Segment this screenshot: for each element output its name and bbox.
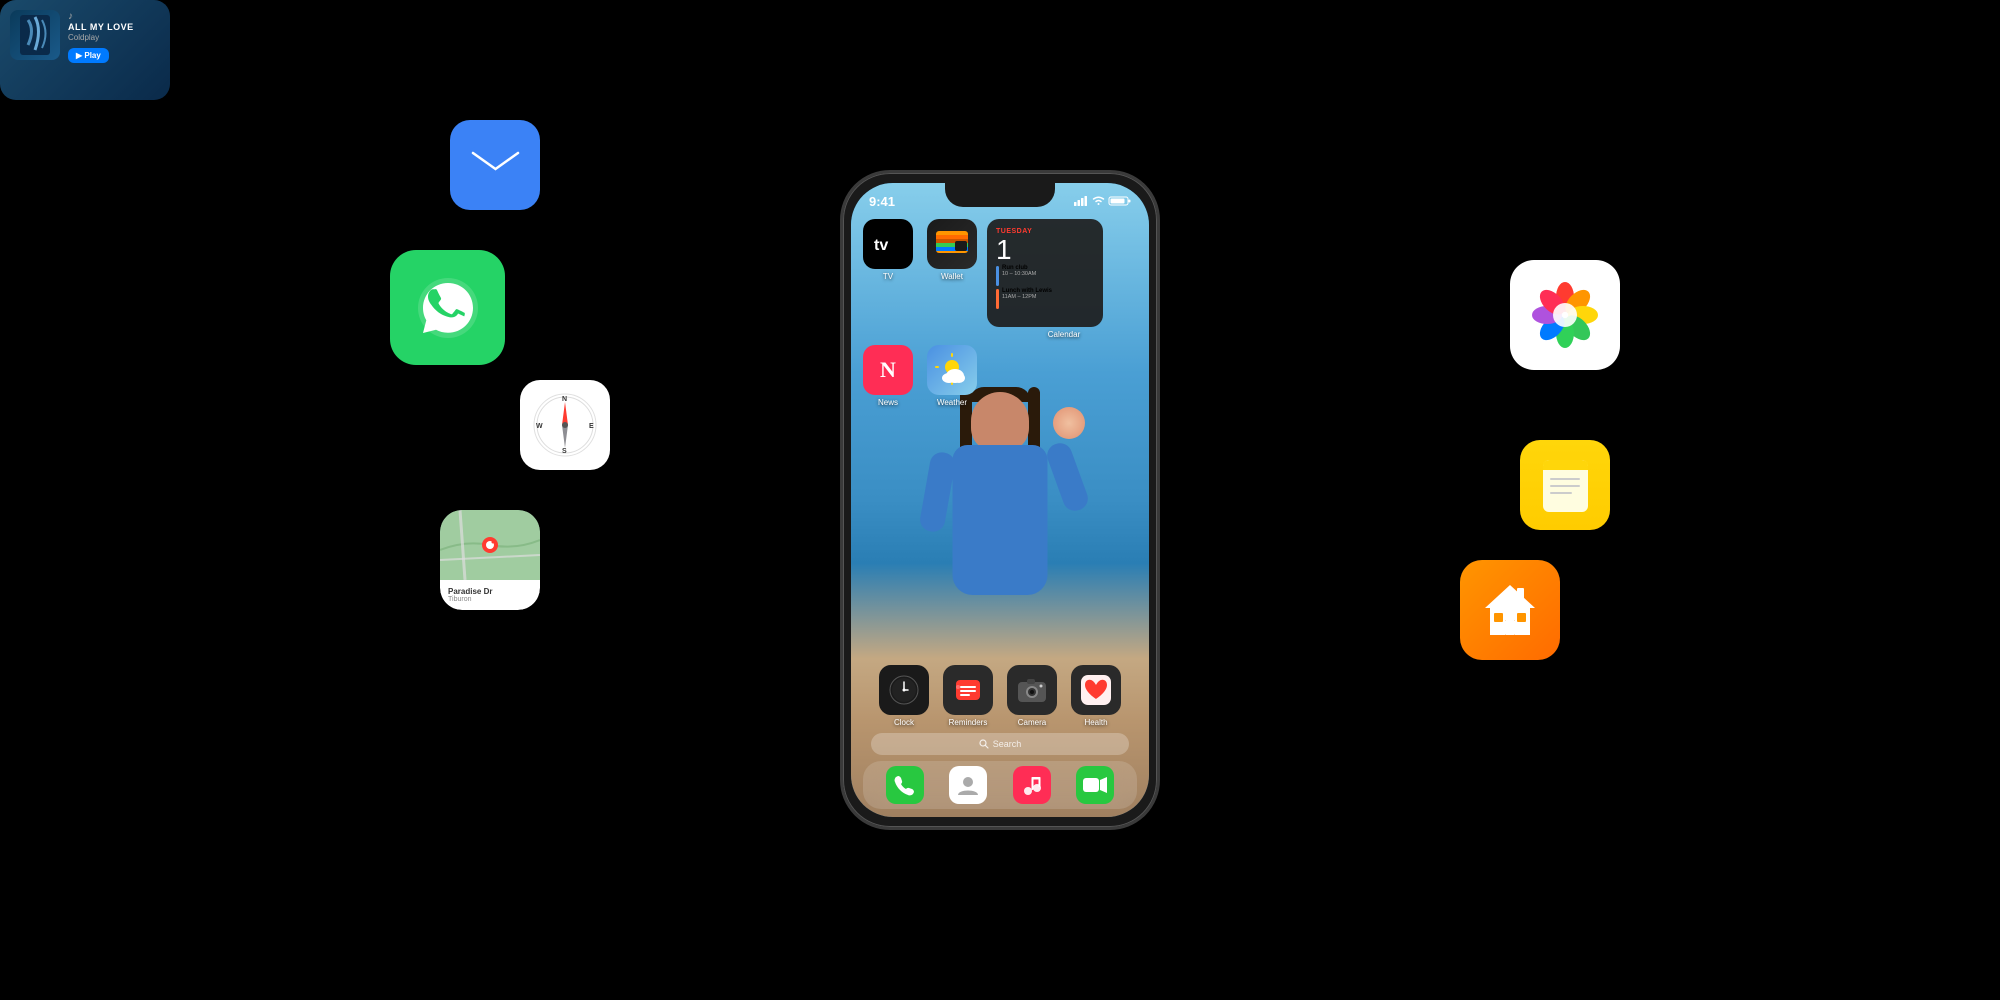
float-whatsapp-icon[interactable] [390,250,505,365]
whatsapp-svg-icon [413,273,483,343]
svg-text:N: N [880,357,896,382]
health-icon [1079,673,1113,707]
girl-figure [910,387,1090,687]
status-icons [1074,196,1131,206]
icon-row-1: tv TV [859,219,1141,339]
app-tv[interactable]: tv TV [859,219,917,281]
home-svg-icon [1480,580,1540,640]
album-art-svg [20,15,50,55]
svg-text:E: E [589,423,594,430]
app-camera[interactable]: Camera [1003,665,1061,727]
app-reminders[interactable]: Reminders [939,665,997,727]
safari-svg-icon: N S E W [530,390,600,460]
phone-screen: 9:41 [851,183,1149,817]
camera-icon [1015,673,1049,707]
battery-icon [1109,196,1131,206]
phone-body: 9:41 [840,170,1160,830]
mail-svg-icon [468,145,523,185]
arm-left [918,450,957,533]
bottom-app-row: Clock Reminders [851,665,1149,727]
arm-right [1044,440,1091,514]
tv-icon: tv [872,232,904,256]
float-photos-icon[interactable] [1510,260,1620,370]
wifi-icon [1092,196,1105,206]
app-section-top: tv TV [859,219,1141,413]
facetime-icon [1083,776,1107,794]
calendar-event-2: Lunch with Lewis 11AM – 12PM [996,288,1094,309]
album-art [10,10,60,60]
dock-facetime[interactable] [1076,766,1114,804]
calendar-widget: TUESDAY 1 Run club 10 – 10:30AM [987,219,1141,339]
svg-text:S: S [562,448,567,455]
float-safari-icon[interactable]: N S E W [520,380,610,470]
search-bar[interactable]: Search [871,733,1129,755]
news-icon: N [872,354,904,386]
notes-svg-icon [1538,458,1593,513]
contacts-icon [955,772,981,798]
app-weather[interactable]: Weather [923,345,981,407]
body [953,445,1048,595]
float-home-icon[interactable] [1460,560,1560,660]
dock [863,761,1137,809]
app-wallet[interactable]: Wallet [923,219,981,281]
dock-contacts[interactable] [949,766,987,804]
maps-bg-svg [440,510,540,580]
music-note-icon: ♪ [68,10,78,20]
float-maps-icon[interactable]: Paradise Dr Tiburon [440,510,540,610]
app-clock[interactable]: Clock [875,665,933,727]
weather-app-icon [933,351,971,389]
dock-phone[interactable] [886,766,924,804]
search-icon [979,739,989,749]
float-music-widget[interactable]: ♪ ALL MY LOVE Coldplay ▶ Play [0,0,170,100]
app-news[interactable]: N News [859,345,917,407]
photos-svg-icon [1525,275,1605,355]
float-notes-icon[interactable] [1520,440,1610,530]
calendar-event-1: Run club 10 – 10:30AM [996,265,1094,286]
iphone-frame: 9:41 [840,170,1160,830]
music-icon [1021,774,1043,796]
app-health[interactable]: Health [1067,665,1125,727]
svg-text:N: N [562,396,567,403]
icon-row-2: N News [859,345,1141,407]
svg-text:W: W [536,423,543,430]
svg-text:tv: tv [874,237,888,254]
dock-music[interactable] [1013,766,1051,804]
float-mail-icon[interactable] [450,120,540,210]
wallet-icon [933,225,971,263]
play-button[interactable]: ▶ Play [68,48,109,63]
signal-icon [1074,196,1088,206]
clock-icon [888,674,920,706]
svg-text:♪: ♪ [68,11,73,22]
notch [945,183,1055,207]
reminders-icon [952,674,984,706]
phone-icon [894,774,916,796]
status-time: 9:41 [869,194,895,209]
